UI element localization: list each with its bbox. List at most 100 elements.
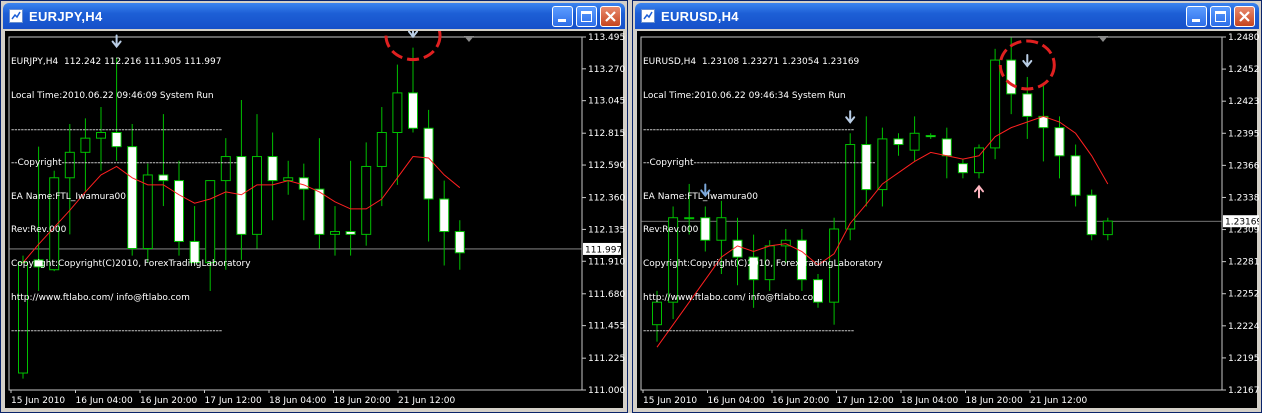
bull-candle [1102,220,1113,236]
price-label: 112.135 [588,225,625,235]
time-label: 16 Jun 04:00 [76,396,133,406]
bear-candle [941,138,952,157]
price-label: 1.24235 [1228,97,1259,107]
contact-line: http://www.ftlabo.com/ info@ftlabo.com [643,292,822,303]
maximize-button[interactable] [1210,6,1231,27]
chart-window-eurjpy[interactable]: EURJPY,H4 113.495 113.270 113.045 112.815 11… [0,0,628,413]
time-label: 16 Jun 20:00 [140,396,197,406]
local-time: Local Time:2010.06.22 09:46:09 System Ru… [11,91,214,102]
time-label: 17 Jun 12:00 [205,396,262,406]
contact-line: http://www.ftlabo.com/ info@ftlabo.com [11,292,190,303]
window-title: EURUSD,H4 [661,9,739,24]
time-label: 18 Jun 20:00 [334,396,391,406]
minimize-icon [1192,19,1200,22]
price-label: 1.23665 [1228,161,1259,171]
price-label: 113.045 [588,97,625,107]
time-label: 18 Jun 20:00 [966,396,1023,406]
bear-candle [1086,194,1097,236]
maximize-button[interactable] [576,6,597,27]
close-button[interactable] [600,6,621,27]
separator: ----------------------------------------… [643,124,855,135]
minimize-icon [558,19,566,22]
time-label: 16 Jun 04:00 [708,396,765,406]
bull-candle [392,92,403,134]
bear-candle [439,198,450,233]
bear-candle [423,127,434,200]
time-label: 21 Jun 12:00 [398,396,455,406]
price-label: 113.270 [588,65,625,75]
price-label: 111.680 [588,290,625,300]
symbol-quote: EURJPY,H4 112.242 112.216 111.905 111.99… [11,57,222,68]
chart-info-text: EURJPY,H4 112.242 112.216 111.905 111.99… [11,35,251,360]
chart-shift-marker-icon [1098,36,1108,42]
bear-candle [1022,93,1033,117]
minimize-button[interactable] [552,6,573,27]
chart-area[interactable]: 113.495 113.270 113.045 112.815 112.590 112.3… [5,31,625,408]
maximize-icon [581,11,592,22]
sell-arrow-icon [408,31,418,39]
bear-candle [345,231,356,235]
price-label: 112.590 [588,161,625,171]
time-label: 15 Jun 2010 [643,396,697,406]
chart-info-text: EURUSD,H4 1.23108 1.23271 1.23054 1.2316… [643,35,883,360]
separator: ----------------------------------------… [11,124,223,135]
price-label: 112.360 [588,194,625,204]
bear-candle [957,163,968,174]
time-label: 15 Jun 2010 [11,396,65,406]
price-label: 1.24520 [1228,65,1259,75]
price-label: 113.495 [588,33,625,43]
price-label: 1.22240 [1228,322,1259,332]
maximize-icon [1215,11,1226,22]
local-time: Local Time:2010.06.22 09:46:34 System Ru… [643,91,846,102]
copyright-line: Copyright:Copyright(C)2010, ForexTrading… [11,259,251,270]
chart-window-eurusd[interactable]: EURUSD,H4 1.248051.245201.242351.239501.… [632,0,1262,413]
copyright-header: --Copyright-----------------------------… [643,158,876,169]
price-label: 111.000 [588,386,625,396]
bull-candle [252,156,262,235]
bear-candle [267,156,278,182]
ea-name: EA Name:FTL_Iwamura00 [11,191,126,202]
chart-shift-marker-icon [464,36,474,42]
time-label: 18 Jun 04:00 [901,396,958,406]
chart-area[interactable]: 1.24805 1.24520 1.24235 1.23950 1.23665 1.233… [637,31,1259,408]
bear-candle [298,177,309,190]
copyright-header: --Copyright-----------------------------… [11,158,244,169]
bull-candle [909,132,920,151]
price-label: 112.815 [588,129,625,139]
bear-candle [925,135,936,138]
current-price-label: 111.997 [585,245,622,255]
time-label: 21 Jun 12:00 [1030,396,1087,406]
bull-candle [361,165,372,235]
price-label: 111.455 [588,322,625,332]
close-icon [605,11,616,22]
copyright-line: Copyright:Copyright(C)2010, ForexTrading… [643,259,883,270]
price-label: 1.23950 [1228,129,1259,139]
title-bar[interactable]: EURJPY,H4 [3,3,625,29]
close-icon [1239,11,1250,22]
bear-candle [1070,155,1081,196]
bull-candle [376,132,387,167]
window-title: EURJPY,H4 [29,9,103,24]
price-label: 1.22525 [1228,290,1259,300]
separator: ----------------------------------------… [11,326,223,337]
bear-candle [314,188,325,235]
price-label: 1.22810 [1228,258,1259,268]
time-label: 18 Jun 04:00 [269,396,326,406]
bull-candle [330,231,340,235]
bear-candle [1054,127,1065,157]
bear-candle [454,231,465,254]
ea-revision: Rev:Rev.000 [643,225,699,236]
bear-candle [893,138,904,146]
minimize-button[interactable] [1186,6,1207,27]
title-bar[interactable]: EURUSD,H4 [635,3,1259,29]
price-label: 1.23380 [1228,193,1259,203]
buy-arrow-icon [974,184,984,199]
ea-name: EA Name:FTL_Iwamura00 [643,191,758,202]
price-label: 111.910 [588,257,625,267]
price-label: 1.21955 [1228,354,1259,364]
price-label: 1.21670 [1228,386,1259,396]
current-price-label: 1.23169 [1225,218,1259,228]
symbol-quote: EURUSD,H4 1.23108 1.23271 1.23054 1.2316… [643,57,860,68]
separator: ----------------------------------------… [643,326,855,337]
close-button[interactable] [1234,6,1255,27]
